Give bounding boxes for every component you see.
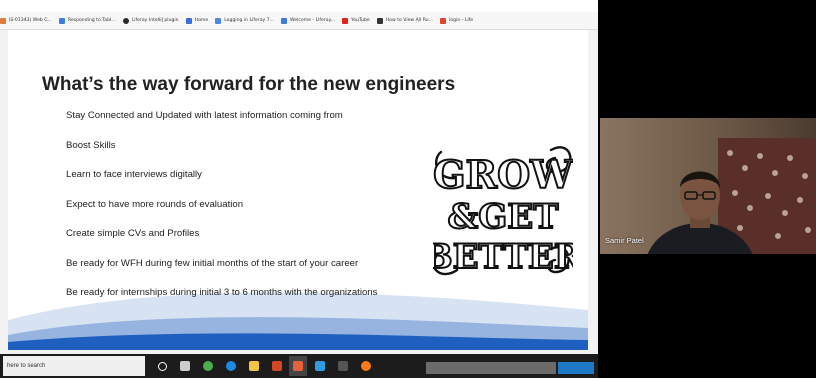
chrome-icon[interactable] — [202, 360, 214, 372]
slide-title: What’s the way forward for the new engin… — [42, 74, 456, 95]
art-line-better: BETTER — [433, 237, 573, 277]
bookmark-item[interactable]: How to View All Ru... — [376, 17, 434, 24]
presentation-slide: What’s the way forward for the new engin… — [8, 30, 588, 350]
taskbar-search-text: here to search — [7, 363, 46, 369]
task-view-icon[interactable] — [179, 360, 191, 372]
bookmark-item[interactable]: Responding to Tabl... — [58, 17, 116, 24]
windows-taskbar: here to search — [0, 354, 598, 378]
slide-bullet: Be ready for WFH during few initial mont… — [66, 257, 359, 269]
browser-top-strip — [0, 0, 598, 12]
file-explorer-icon[interactable] — [248, 360, 260, 372]
bookmark-favicon-icon — [215, 17, 222, 24]
bookmark-favicon-icon — [440, 17, 447, 24]
taskbar-app-list — [145, 356, 372, 376]
slide-bullet-list: Stay Connected and Updated with latest i… — [66, 110, 377, 317]
system-tray-notification — [426, 362, 556, 374]
bookmark-item[interactable]: IS-01343) Web C... — [0, 17, 52, 24]
firefox-icon[interactable] — [360, 360, 372, 372]
edge-icon[interactable] — [225, 360, 237, 372]
slide-bullet: Be ready for internships during initial … — [66, 287, 378, 298]
bookmark-item[interactable]: Liferay IntelliJ plugin — [122, 17, 179, 24]
bookmark-label: Logging in Liferay 7... — [224, 18, 274, 23]
slide-bullet: Create simple CVs and Profiles — [66, 228, 200, 239]
bookmark-favicon-icon — [376, 17, 383, 24]
vscode-icon[interactable] — [314, 360, 326, 372]
slide-bullet: Boost Skills — [66, 139, 116, 151]
intellij-icon[interactable] — [289, 356, 307, 376]
slide-bullet: Stay Connected and Updated with latest i… — [66, 110, 343, 121]
bookmark-label: Welcome - Liferay... — [290, 18, 336, 23]
bookmarks-bar: IS-01343) Web C... Responding to Tabl... L… — [0, 12, 598, 30]
bookmark-item[interactable]: Logging in Liferay 7... — [215, 17, 274, 24]
bookmark-item[interactable]: Welcome - Liferay... — [281, 17, 336, 24]
participant-video-frame — [600, 118, 816, 254]
system-tray-button[interactable] — [558, 362, 594, 374]
bookmark-label: YouTube — [351, 18, 370, 23]
bookmark-label: Home — [194, 18, 209, 23]
slide-bullet: Learn to face interviews digitally — [66, 169, 202, 180]
grow-and-get-better-artwork: GROW &GET BETTER — [423, 130, 584, 285]
bookmark-favicon-icon — [342, 17, 349, 24]
bookmark-label: Responding to Tabl... — [67, 18, 116, 23]
bookmark-favicon-icon — [122, 17, 129, 24]
bookmark-item[interactable]: Home — [185, 17, 209, 24]
participant-video-tile[interactable]: Samir Patel — [600, 118, 816, 254]
bookmark-item[interactable]: YouTube — [342, 17, 370, 24]
screen-share: IS-01343) Web C... Responding to Tabl... L… — [0, 0, 598, 378]
bookmark-favicon-icon — [0, 17, 6, 24]
art-line-grow: GROW — [433, 152, 573, 197]
art-line-and-get: &GET — [448, 197, 559, 237]
bookmark-label: login - Life — [449, 18, 474, 23]
slide-bullet: Expect to have more rounds of evaluation — [66, 198, 244, 210]
bookmark-favicon-icon — [58, 17, 65, 24]
cortana-icon[interactable] — [156, 360, 168, 372]
bookmark-label: IS-01343) Web C... — [9, 18, 52, 23]
powerpoint-icon[interactable] — [271, 360, 283, 372]
participant-name-label: Samir Patel — [605, 236, 644, 245]
bookmark-item[interactable]: login - Life — [440, 17, 474, 24]
taskbar-search-box[interactable]: here to search — [3, 356, 145, 376]
bookmark-label: Liferay IntelliJ plugin — [131, 18, 179, 23]
bookmark-favicon-icon — [281, 17, 287, 24]
bookmark-favicon-icon — [185, 17, 192, 24]
bookmark-label: How to View All Ru... — [385, 18, 434, 23]
terminal-icon[interactable] — [337, 360, 349, 372]
